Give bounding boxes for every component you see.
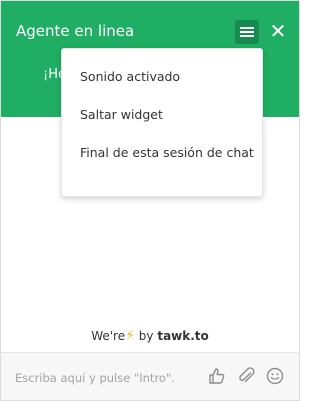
message-composer (1, 353, 299, 400)
emoji-icon[interactable] (264, 365, 286, 387)
message-input[interactable] (11, 367, 209, 389)
hamburger-menu-icon[interactable] (235, 20, 259, 44)
options-menu: Sonido activado Saltar widget Final de e… (61, 48, 263, 197)
branding-by: by (138, 329, 154, 343)
branding-brand[interactable]: tawk.to (157, 329, 208, 343)
menu-item-end-chat[interactable]: Final de esta sesión de chat (80, 144, 256, 161)
menu-item-sound[interactable]: Sonido activado (80, 68, 256, 85)
chat-title: Agente en linea (16, 22, 135, 40)
chat-widget: Agente en linea ¡He ✕ Sonido activado Sa… (0, 0, 300, 401)
paperclip-icon[interactable] (235, 365, 257, 387)
menu-item-skip-widget[interactable]: Saltar widget (80, 106, 256, 123)
branding[interactable]: We're⚡ by tawk.to (1, 328, 299, 344)
thumbs-up-icon[interactable] (206, 365, 228, 387)
lightning-icon: ⚡ (125, 328, 135, 344)
branding-prefix: We're (91, 329, 126, 343)
close-icon[interactable]: ✕ (267, 20, 289, 42)
